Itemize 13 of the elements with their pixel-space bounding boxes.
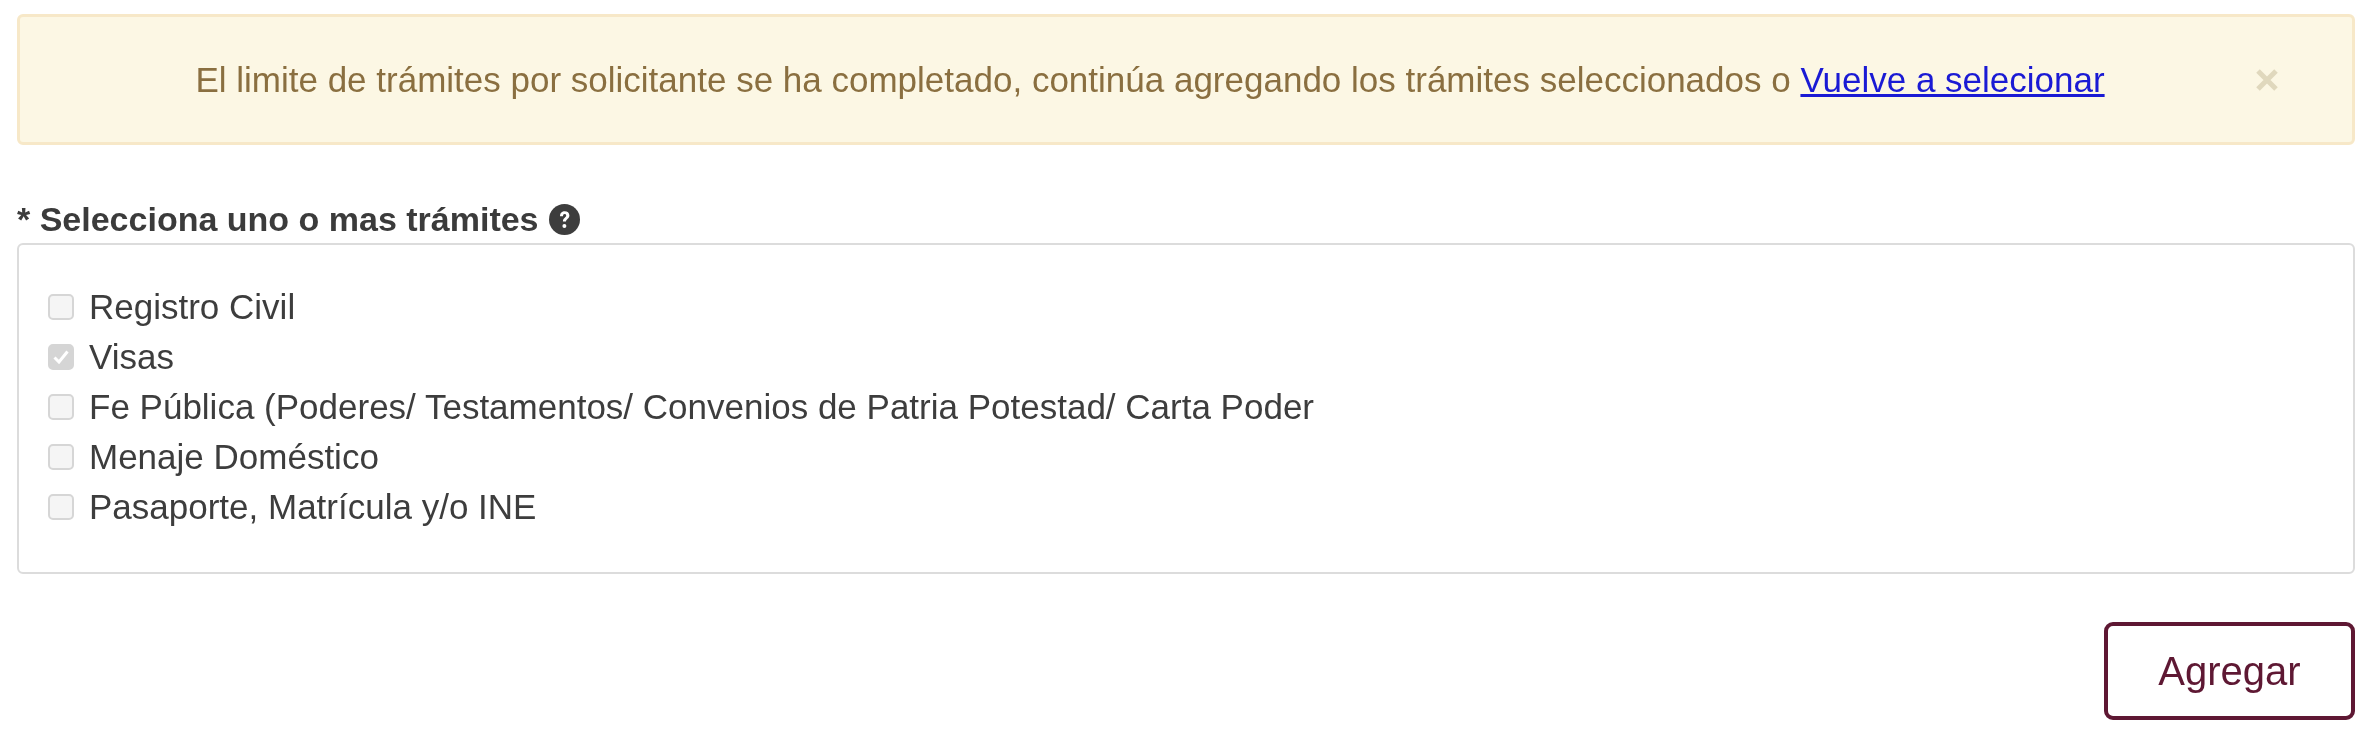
help-icon[interactable] [548,203,580,235]
option-label: Menaje Doméstico [89,436,379,478]
option-label: Fe Pública (Poderes/ Testamentos/ Convenios de Patria Potestad/ Carta Poder [89,386,1315,428]
close-icon [2255,67,2279,92]
option-label: Pasaporte, Matrícula y/o INE [89,486,537,528]
alert-message: El limite de trámites por solicitante se ha completado, continúa agregando los trámites seleccionados o Vuelve a selecionar [194,58,2106,101]
close-button[interactable] [2254,66,2280,93]
field-label: * Selecciona uno o mas trámites [17,201,539,237]
reselect-link[interactable]: Vuelve a selecionar [1800,59,2105,99]
check-icon [53,350,69,364]
add-button[interactable]: Agregar [2104,622,2355,720]
option-label: Registro Civil [89,286,296,328]
option-label: Visas [89,336,174,378]
